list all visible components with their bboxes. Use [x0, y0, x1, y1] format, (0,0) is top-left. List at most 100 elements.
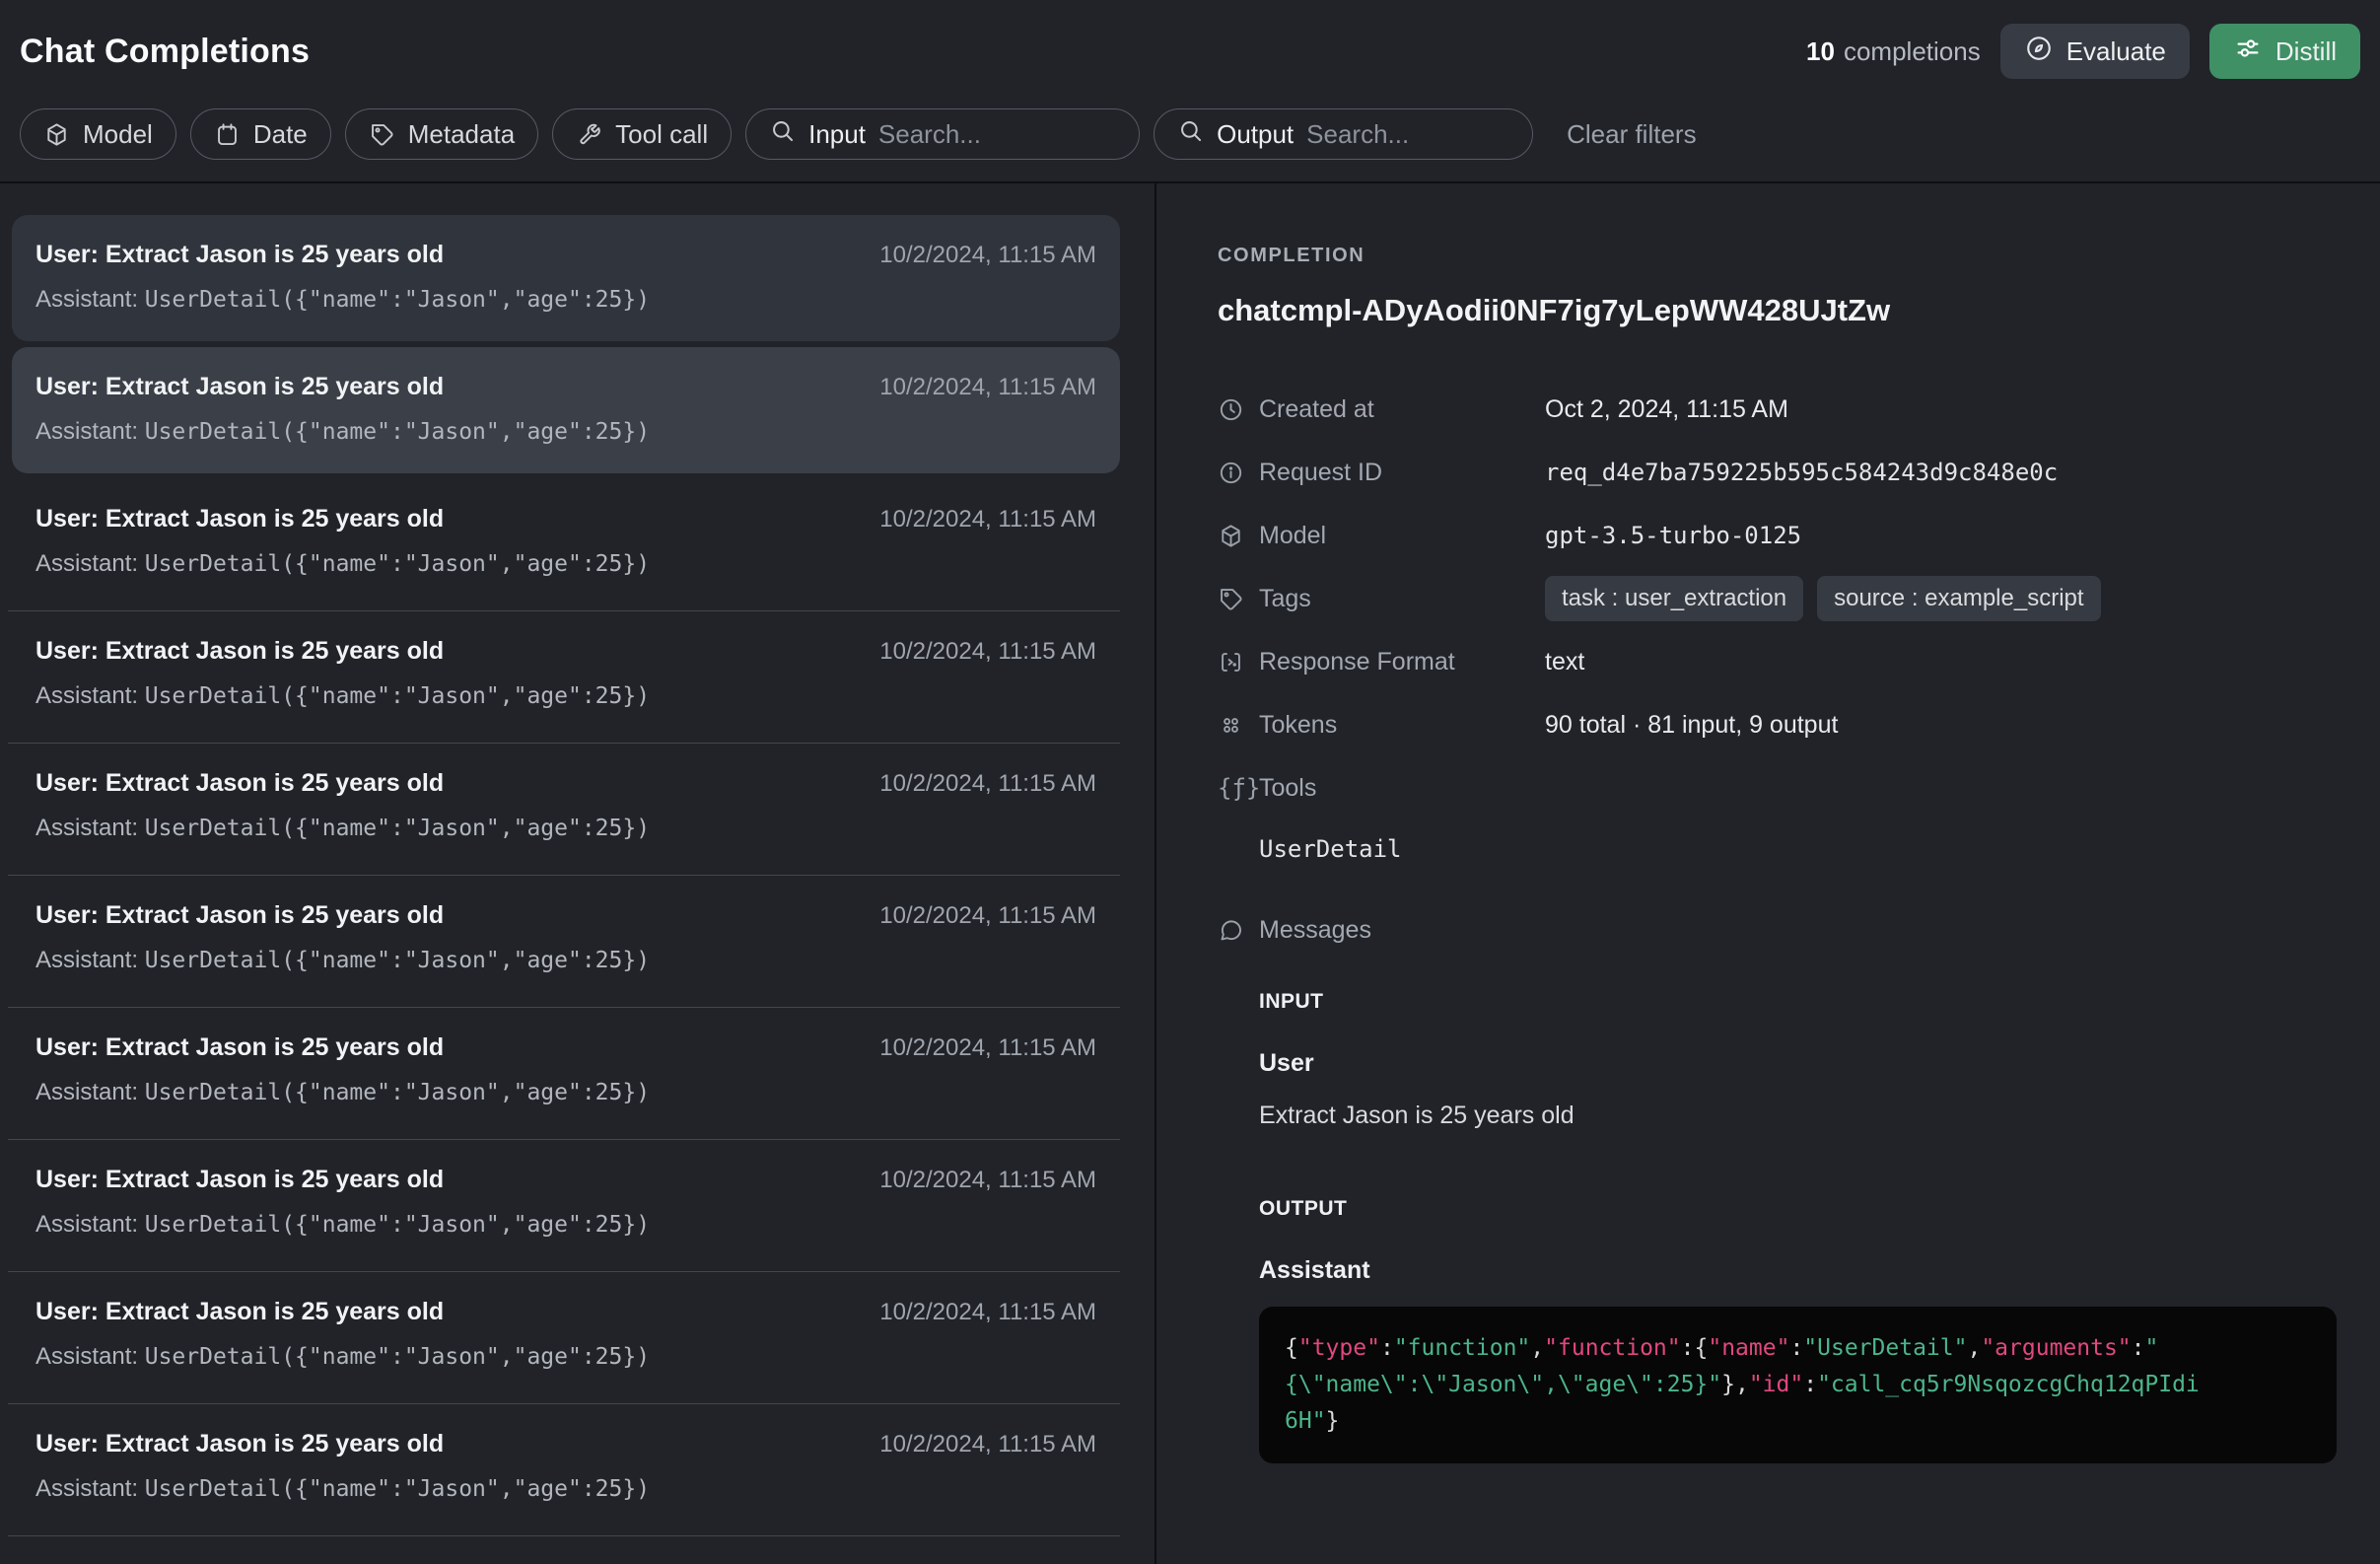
completion-list-item[interactable]: User: Extract Jason is 25 years old 10/2/…: [12, 1140, 1120, 1272]
field-value: text: [1545, 648, 1584, 676]
field-label: Tools: [1259, 774, 1545, 803]
field-model: Modelgpt-3.5-turbo-0125: [1218, 504, 2337, 567]
wrench-icon: [576, 121, 602, 148]
evaluate-label: Evaluate: [2066, 36, 2166, 67]
input-search[interactable]: Input Search...: [745, 108, 1140, 160]
messages-body: INPUT User Extract Jason is 25 years old…: [1259, 990, 2337, 1463]
clear-filters-button[interactable]: Clear filters: [1561, 118, 1702, 151]
chat-bubble-icon: [1218, 917, 1245, 944]
item-user-text: User: Extract Jason is 25 years old: [35, 505, 444, 533]
item-timestamp: 10/2/2024, 11:15 AM: [879, 770, 1096, 798]
item-user-text: User: Extract Jason is 25 years old: [35, 1166, 444, 1194]
field-request-id: Request IDreq_d4e7ba759225b595c584243d9c…: [1218, 441, 2337, 504]
filter-tool-call[interactable]: Tool call: [552, 108, 732, 160]
completion-list-item[interactable]: User: Extract Jason is 25 years old 10/2/…: [12, 744, 1120, 876]
filter-label: Tool call: [615, 119, 708, 150]
item-user-text: User: Extract Jason is 25 years old: [35, 241, 444, 269]
filter-label: Metadata: [408, 119, 515, 150]
field-label: Tags: [1259, 585, 1545, 613]
distill-button[interactable]: Distill: [2209, 24, 2360, 79]
item-timestamp: 10/2/2024, 11:15 AM: [879, 1167, 1096, 1194]
filter-label: Model: [83, 119, 153, 150]
sliders-icon: [2233, 34, 2263, 70]
response-format-icon: [1218, 649, 1245, 675]
chat-completions-page: Chat Completions 10completions Evaluate: [0, 0, 2380, 1564]
user-message-text: Extract Jason is 25 years old: [1259, 1102, 2337, 1130]
completions-list: User: Extract Jason is 25 years old 10/2/…: [0, 183, 1156, 1564]
messages-label: Messages: [1259, 916, 1545, 945]
item-assistant-text: Assistant: UserDetail({"name":"Jason","a…: [35, 682, 1096, 710]
calendar-icon: [214, 121, 241, 148]
header: Chat Completions 10completions Evaluate: [0, 0, 2380, 183]
search-icon: [1177, 117, 1204, 151]
field-value: req_d4e7ba759225b595c584243d9c848e0c: [1545, 459, 2058, 486]
assistant-output-code: {"type":"function","function":{"name":"U…: [1259, 1307, 2337, 1463]
completion-list-item[interactable]: User: Extract Jason is 25 years old10/2/…: [12, 1404, 1120, 1536]
user-role-label: User: [1259, 1049, 2337, 1078]
item-assistant-text: Assistant: UserDetail({"name":"Jason","a…: [35, 1211, 1096, 1239]
assistant-role-label: Assistant: [1259, 1256, 2337, 1285]
completions-count: 10 completions: [1806, 36, 1981, 67]
item-timestamp: 10/2/2024, 11:15 AM: [879, 902, 1096, 930]
filter-model[interactable]: Model: [20, 108, 176, 160]
item-timestamp: 10/2/2024, 11:15 AM: [879, 638, 1096, 666]
field-created-at: Created atOct 2, 2024, 11:15 AM: [1218, 378, 2337, 441]
completion-list-item[interactable]: User: Extract Jason is 25 years old 10/2/…: [12, 876, 1120, 1008]
messages-header: Messages: [1218, 916, 2337, 945]
output-search[interactable]: Output Search...: [1154, 108, 1533, 160]
input-search-label: Input: [808, 119, 866, 150]
code-line: {"type":"function","function":{"name":"U…: [1285, 1330, 2311, 1367]
filter-label: Date: [253, 119, 308, 150]
tag-icon: [1218, 586, 1245, 612]
filter-date[interactable]: Date: [190, 108, 331, 160]
completions-count-number: 10: [1806, 36, 1835, 66]
completion-fields: Created atOct 2, 2024, 11:15 AMRequest I…: [1218, 378, 2337, 819]
completion-detail: COMPLETION chatcmpl-ADyAodii0NF7ig7yLepW…: [1156, 183, 2380, 1564]
output-search-label: Output: [1217, 119, 1294, 150]
item-user-text: User: Extract Jason is 25 years old: [35, 901, 444, 930]
tokens-icon: [1218, 712, 1245, 739]
field-tokens: Tokens90 total · 81 input, 9 output: [1218, 693, 2337, 756]
field-label: Response Format: [1259, 648, 1545, 676]
field-response-format: Response Formattext: [1218, 630, 2337, 693]
completion-list-item[interactable]: User: Extract Jason is 25 years old10/2/…: [12, 479, 1120, 611]
item-user-text: User: Extract Jason is 25 years old: [35, 637, 444, 666]
item-assistant-text: Assistant: UserDetail({"name":"Jason","a…: [35, 815, 1096, 842]
completions-count-label: completions: [1844, 36, 1981, 66]
output-search-placeholder: Search...: [1306, 119, 1409, 150]
item-user-text: User: Extract Jason is 25 years old: [35, 769, 444, 798]
compass-icon: [2024, 34, 2054, 70]
tag-icon: [369, 121, 395, 148]
completion-list-item[interactable]: User: Extract Jason is 25 years old10/2/…: [12, 347, 1120, 473]
completion-list-item[interactable]: User: Extract Jason is 25 years old 10/2/…: [12, 1008, 1120, 1140]
field-label: Tokens: [1259, 711, 1545, 740]
field-label: Model: [1259, 522, 1545, 550]
evaluate-button[interactable]: Evaluate: [2000, 24, 2190, 79]
field-tools: {ƒ} Tools: [1218, 756, 2337, 819]
filter-metadata[interactable]: Metadata: [345, 108, 538, 160]
cube-icon: [1218, 523, 1245, 549]
code-line: 6H"}: [1285, 1403, 2311, 1440]
completion-list-item[interactable]: User: Extract Jason is 25 years old10/2/…: [12, 1272, 1120, 1404]
item-timestamp: 10/2/2024, 11:15 AM: [879, 1034, 1096, 1062]
code-line: {\"name\":\"Jason\",\"age\":25}"},"id":"…: [1285, 1367, 2311, 1403]
tools-icon: {ƒ}: [1218, 774, 1245, 802]
input-section-label: INPUT: [1259, 990, 2337, 1014]
distill-label: Distill: [2275, 36, 2337, 67]
completion-list-item[interactable]: User: Extract Jason is 25 years old10/2/…: [12, 215, 1120, 341]
field-value: Oct 2, 2024, 11:15 AM: [1545, 395, 1788, 424]
tool-name: UserDetail: [1259, 835, 2337, 863]
tag-badge: task : user_extraction: [1545, 576, 1803, 621]
item-assistant-text: Assistant: UserDetail({"name":"Jason","a…: [35, 550, 1096, 578]
info-icon: [1218, 460, 1245, 486]
item-user-text: User: Extract Jason is 25 years old: [35, 1033, 444, 1062]
item-timestamp: 10/2/2024, 11:15 AM: [879, 1299, 1096, 1326]
item-assistant-text: Assistant: UserDetail({"name":"Jason","a…: [35, 418, 1096, 446]
item-user-text: User: Extract Jason is 25 years old: [35, 373, 444, 401]
output-section-label: OUTPUT: [1259, 1197, 2337, 1221]
completion-section-label: COMPLETION: [1218, 245, 2337, 267]
completion-list-item[interactable]: User: Extract Jason is 25 years old 10/2/…: [12, 611, 1120, 744]
field-value: 90 total · 81 input, 9 output: [1545, 711, 1838, 740]
main-body: User: Extract Jason is 25 years old 10/2/…: [0, 183, 2380, 1564]
item-assistant-text: Assistant: UserDetail({"name":"Jason","a…: [35, 286, 1096, 314]
